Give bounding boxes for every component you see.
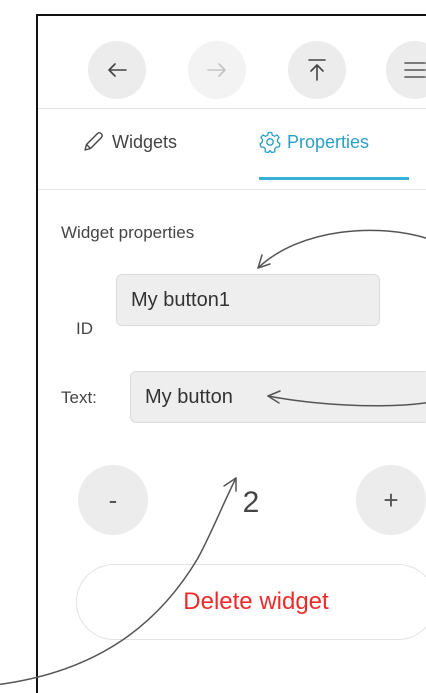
text-label: Text: — [61, 388, 97, 407]
decrement-button[interactable]: - — [78, 465, 148, 535]
undo-button[interactable] — [88, 41, 146, 99]
increment-button[interactable]: + — [356, 465, 426, 535]
undo-arrow-icon — [106, 62, 128, 78]
id-label: ID — [76, 319, 93, 338]
decrement-label: - — [108, 484, 118, 515]
tab-widgets-label: Widgets — [112, 132, 178, 152]
id-field[interactable]: My button1 — [116, 274, 380, 326]
toolbar — [38, 16, 426, 109]
hamburger-menu-icon — [403, 61, 426, 79]
redo-arrow-icon — [206, 62, 228, 78]
tab-properties[interactable]: Properties — [259, 131, 369, 189]
section-title: Widget properties — [61, 223, 195, 242]
pencil-icon — [82, 131, 104, 158]
text-field[interactable]: My button — [130, 371, 426, 423]
text-field-value: My button — [145, 385, 233, 408]
gear-icon — [259, 131, 281, 158]
properties-panel: Widgets Properties Widget properties ID … — [36, 14, 426, 693]
menu-button[interactable] — [386, 41, 426, 99]
id-field-value: My button1 — [131, 288, 230, 311]
upload-button[interactable] — [288, 41, 346, 99]
redo-button[interactable] — [188, 41, 246, 99]
delete-widget-button[interactable]: Delete widget — [76, 564, 426, 640]
delete-widget-label: Delete widget — [183, 588, 329, 615]
increment-label: + — [383, 484, 399, 515]
active-tab-indicator — [259, 177, 409, 180]
tab-properties-label: Properties — [287, 132, 370, 152]
stepper-value: 2 — [242, 486, 260, 519]
tab-widgets[interactable]: Widgets — [82, 131, 177, 189]
screenshot-stage: Widgets Properties Widget properties ID … — [0, 0, 426, 693]
upload-icon — [307, 58, 327, 82]
